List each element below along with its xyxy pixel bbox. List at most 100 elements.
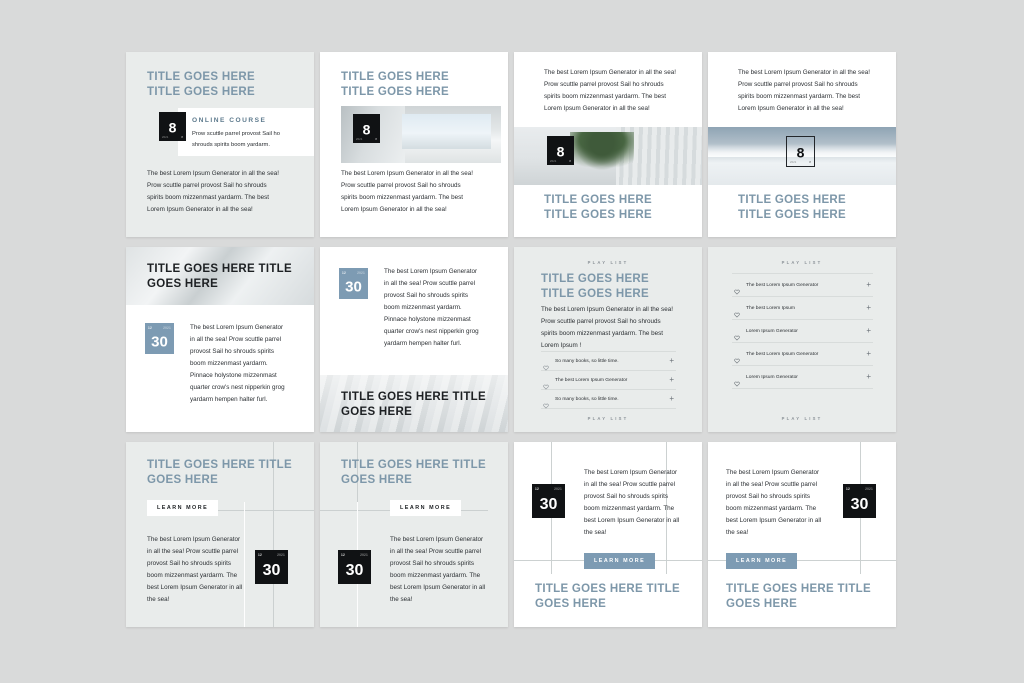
plus-icon[interactable]: + [669,395,674,403]
plus-icon[interactable]: + [669,357,674,365]
list-item[interactable]: Lorem Ipsum Generator + [732,366,873,389]
slide-title: TITLE GOES HERE TITLE GOES HERE [147,458,307,488]
heart-icon[interactable] [543,396,549,409]
badge-thirty: 12 2021 30 [843,484,876,518]
learn-more-button[interactable]: LEARN MORE [584,553,656,569]
heart-icon[interactable] [734,374,740,387]
badge-top-right: 2021 [357,271,365,275]
gridline-horizontal [214,510,314,511]
slide-paragraph: The best Lorem Ipsum Generator in all th… [341,170,473,214]
slide-dark-title-over-marble[interactable]: TITLE GOES HERE TITLE GOES HERE 12 2021 … [126,247,314,432]
badge-thirty: 12 2021 30 [145,323,174,354]
badge-top-left: 12 [258,553,262,557]
title-line-1: TITLE GOES HERE TITLE [341,459,486,471]
slide-title: TITLE GOES HERE TITLE GOES HERE [147,70,297,100]
slide-paragraph: The best Lorem Ipsum Generator in all th… [726,469,822,537]
title-line-1: TITLE GOES HERE TITLE [147,459,292,471]
badge-eight: 8 2021 8 [547,136,574,165]
heart-icon[interactable] [734,282,740,295]
learn-more-button[interactable]: LEARN MORE [726,553,798,569]
title-line-2: GOES HERE [147,473,219,486]
slide-paragraph: The best Lorem Ipsum Generator in all th… [390,536,486,604]
slide-blue-button-title-bottom[interactable]: 12 2021 30 The best Lorem Ipsum Generato… [514,442,702,627]
plus-icon[interactable]: + [866,327,871,335]
playlist-label-bottom: PLAY LIST [587,416,629,421]
badge-bottom-right: 8 [809,160,811,164]
title-line-1: TITLE GOES HERE [738,194,847,206]
playlist-label-top: PLAY LIST [781,260,823,265]
heart-icon[interactable] [543,377,549,390]
slide-snow-image-card[interactable]: The best Lorem Ipsum Generator in all th… [708,52,896,237]
list-item[interactable]: Lorem Ipsum Generator + [732,320,873,343]
slide-interior-image-card[interactable]: TITLE GOES HERE TITLE GOES HERE 8 2021 8… [320,52,508,237]
badge-thirty: 12 2021 30 [532,484,565,518]
plus-icon[interactable]: + [866,304,871,312]
slide-paragraph: The best Lorem Ipsum Generator in all th… [544,69,676,113]
badge-top-right: 2021 [277,553,285,557]
plus-icon[interactable]: + [866,350,871,358]
heart-icon[interactable] [734,305,740,318]
list-item[interactable]: So many books, so little time. + [541,351,676,371]
badge-eight: 8 2021 8 [353,114,380,143]
title-line-1: TITLE GOES HERE [541,273,650,285]
badge-top-right: 2021 [360,553,368,557]
list-item[interactable]: So many books, so little time. + [541,390,676,409]
title-line-2: TITLE GOES HERE [147,85,256,98]
learn-more-button[interactable]: LEARN MORE [390,500,462,516]
slide-title: TITLE GOES HERE TITLE GOES HERE [535,582,700,612]
slide-plant-image-card[interactable]: The best Lorem Ipsum Generator in all th… [514,52,702,237]
list-item-label: The best Lorem Ipsum [746,305,795,311]
slide-learn-more-left[interactable]: TITLE GOES HERE TITLE GOES HERE LEARN MO… [126,442,314,627]
badge-number: 8 [168,119,177,136]
slide-paragraph: The best Lorem Ipsum Generator in all th… [147,170,279,214]
slide-title: TITLE GOES HERE TITLE GOES HERE [738,193,896,223]
playlist-label-top: PLAY LIST [587,260,629,265]
badge-bottom-right: 8 [375,137,377,141]
badge-thirty: 12 2021 30 [339,268,368,299]
title-line-2: TITLE GOES HERE [341,85,450,98]
list-item[interactable]: The best Lorem Ipsum + [732,297,873,320]
title-line-2: GOES HERE [535,597,607,610]
slide-paragraph: The best Lorem Ipsum Generator in all th… [190,324,285,404]
badge-number: 30 [345,561,364,579]
list-item-label: So many books, so little time. [555,396,619,402]
badge-top-left: 12 [846,487,850,491]
title-line-1: TITLE GOES HERE TITLE [147,263,292,275]
list-item[interactable]: The best Lorem Ipsum Generator + [732,343,873,366]
heart-icon[interactable] [734,328,740,341]
slide-playlist-with-intro[interactable]: PLAY LIST TITLE GOES HERE TITLE GOES HER… [514,247,702,432]
slide-blue-button-badge-right[interactable]: The best Lorem Ipsum Generator in all th… [708,442,896,627]
list-item[interactable]: The best Lorem Ipsum Generator + [541,371,676,390]
title-line-2: TITLE GOES HERE [738,208,847,221]
learn-more-button[interactable]: LEARN MORE [147,500,219,516]
plus-icon[interactable]: + [866,281,871,289]
badge-number: 30 [539,495,558,513]
slide-title: TITLE GOES HERE TITLE GOES HERE [341,458,501,488]
title-line-1: TITLE GOES HERE [544,194,653,206]
title-line-2: GOES HERE [147,277,219,290]
badge-number: 30 [850,495,869,513]
plus-icon[interactable]: + [866,373,871,381]
plus-icon[interactable]: + [669,376,674,384]
slide-online-course-card[interactable]: TITLE GOES HERE TITLE GOES HERE 8 2021 8… [126,52,314,237]
title-line-2: GOES HERE [341,405,413,418]
badge-top-left: 12 [341,553,345,557]
playlist: The best Lorem Ipsum Generator + The bes… [732,273,873,389]
title-line-1: TITLE GOES HERE [341,71,450,83]
slide-title-bottom-over-swoosh[interactable]: 12 2021 30 The best Lorem Ipsum Generato… [320,247,508,432]
list-item-label: The best Lorem Ipsum Generator [555,377,628,383]
slide-title: TITLE GOES HERE TITLE GOES HERE [726,582,891,612]
heart-icon[interactable] [543,358,549,371]
title-line-1: TITLE GOES HERE TITLE [535,583,680,595]
list-item-label: The best Lorem Ipsum Generator [746,282,819,288]
title-line-2: GOES HERE [341,473,413,486]
slide-playlist-full[interactable]: PLAY LIST The best Lorem Ipsum Generator… [708,247,896,432]
badge-number: 30 [262,561,281,579]
slide-paragraph: The best Lorem Ipsum Generator in all th… [147,536,243,604]
heart-icon[interactable] [734,351,740,364]
playlist: So many books, so little time. + The bes… [541,351,676,409]
list-item[interactable]: The best Lorem Ipsum Generator + [732,273,873,297]
card-eyebrow: ONLINE COURSE [192,117,267,124]
list-item-label: So many books, so little time. [555,358,619,364]
slide-learn-more-right[interactable]: TITLE GOES HERE TITLE GOES HERE LEARN MO… [320,442,508,627]
